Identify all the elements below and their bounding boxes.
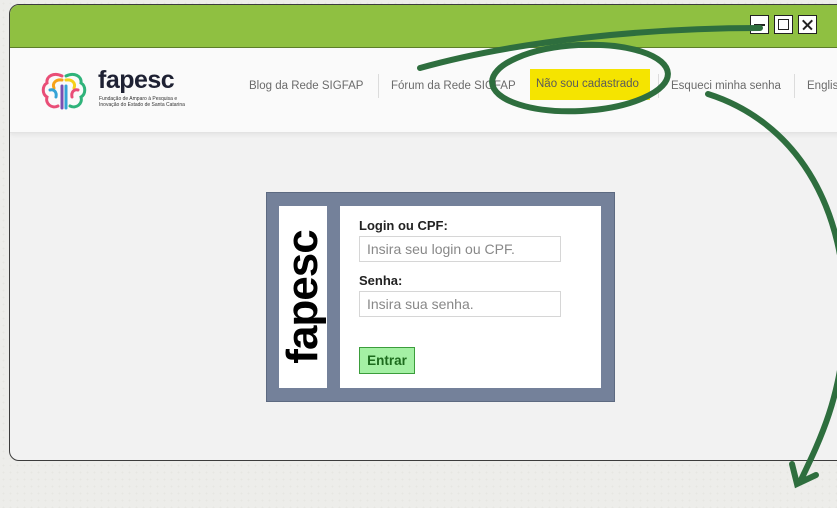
minimize-icon[interactable] <box>750 15 769 34</box>
nav-link-not-registered[interactable]: Não sou cadastrado <box>530 69 650 100</box>
browser-window: fapesc Fundação de Amparo à Pesquisa e I… <box>9 4 837 461</box>
brain-icon <box>41 72 87 110</box>
login-form: Login ou CPF: Senha: Entrar <box>340 206 601 388</box>
fapesc-logo[interactable]: fapesc Fundação de Amparo à Pesquisa e I… <box>36 66 196 116</box>
login-input[interactable] <box>359 236 561 262</box>
title-bar <box>10 5 837 48</box>
nav-divider <box>794 74 795 98</box>
logo-subtitle: Fundação de Amparo à Pesquisa e Inovação… <box>99 96 185 108</box>
login-box: fapesc Login ou CPF: Senha: Entrar <box>266 192 615 402</box>
nav-link-forum[interactable]: Fórum da Rede SIGFAP <box>391 48 516 132</box>
nav-divider <box>658 74 659 98</box>
password-input[interactable] <box>359 291 561 317</box>
nav-link-blog[interactable]: Blog da Rede SIGFAP <box>249 48 363 132</box>
login-logo-panel: fapesc <box>278 206 327 388</box>
vertical-logo-text: fapesc <box>278 230 327 364</box>
login-label: Login ou CPF: <box>359 218 448 233</box>
password-label: Senha: <box>359 273 403 288</box>
nav-divider <box>378 74 379 98</box>
logo-wordmark: fapesc <box>98 66 175 94</box>
site-header: fapesc Fundação de Amparo à Pesquisa e I… <box>10 48 837 133</box>
nav-link-forgot-password[interactable]: Esqueci minha senha <box>671 48 781 132</box>
nav-link-english[interactable]: English <box>807 48 837 132</box>
close-icon[interactable] <box>798 15 817 34</box>
maximize-icon[interactable] <box>774 15 793 34</box>
submit-button[interactable]: Entrar <box>359 347 415 374</box>
